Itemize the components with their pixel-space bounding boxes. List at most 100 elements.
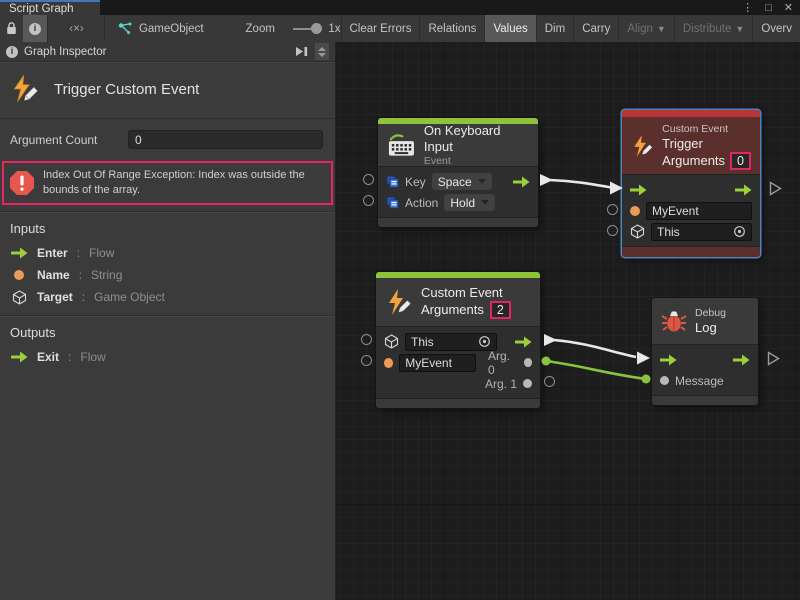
string-port[interactable] bbox=[630, 206, 640, 216]
distribute-dropdown-button[interactable]: Distribute▼ bbox=[674, 15, 753, 42]
action-input-port[interactable] bbox=[363, 195, 374, 206]
flow-arrow-icon bbox=[10, 351, 28, 363]
unit-header: Trigger Custom Event bbox=[0, 62, 335, 119]
script-graph-icon bbox=[118, 22, 132, 35]
flow-row bbox=[652, 349, 758, 370]
object-picker-icon[interactable] bbox=[733, 225, 746, 238]
event-name-input-port[interactable] bbox=[607, 204, 618, 215]
flow-output-port[interactable] bbox=[513, 176, 530, 188]
arguments-value-error[interactable]: 0 bbox=[730, 152, 751, 170]
gameobject-breadcrumb[interactable]: GameObject bbox=[110, 15, 212, 42]
target-row: This bbox=[622, 221, 760, 242]
code-preview-button[interactable]: ‹×› bbox=[61, 15, 91, 42]
error-octagon-icon bbox=[9, 170, 35, 196]
wire-customevent-to-debug[interactable] bbox=[544, 334, 650, 365]
port-row-enter: Enter : Flow bbox=[0, 242, 335, 264]
maximize-icon[interactable]: □ bbox=[765, 2, 772, 14]
event-name-input-port[interactable] bbox=[361, 355, 372, 366]
arg1-label: Arg. 1 bbox=[485, 377, 517, 391]
flow-output-port[interactable] bbox=[735, 184, 752, 196]
string-port[interactable] bbox=[384, 358, 393, 368]
node-custom-event[interactable]: Custom Event Arguments 2 This bbox=[376, 272, 540, 408]
node-body: Key Space Action bbox=[378, 166, 538, 217]
graph-canvas[interactable]: On Keyboard Input Event Key Space bbox=[336, 42, 800, 600]
spinner-up-icon bbox=[318, 47, 326, 51]
inspector-title: Graph Inspector bbox=[24, 46, 288, 58]
dim-button[interactable]: Dim bbox=[536, 15, 573, 42]
argument-count-input[interactable] bbox=[128, 130, 323, 149]
error-message-box: Index Out Of Range Exception: Index was … bbox=[2, 161, 333, 205]
event-name-input[interactable] bbox=[652, 204, 746, 218]
tab-label: Script Graph bbox=[9, 3, 74, 15]
flow-input-port[interactable] bbox=[660, 354, 677, 366]
target-input-port[interactable] bbox=[607, 225, 618, 236]
action-row: Action Hold bbox=[378, 192, 538, 213]
arg1-unconnected-port[interactable] bbox=[544, 376, 555, 387]
arg1-output-port[interactable] bbox=[523, 379, 532, 388]
inspector-toggle-button[interactable]: i bbox=[23, 15, 47, 42]
port-row-exit: Exit : Flow bbox=[0, 346, 335, 368]
node-title: Log bbox=[695, 320, 726, 336]
arg0-output-port[interactable] bbox=[524, 358, 532, 367]
target-field[interactable]: This bbox=[651, 223, 752, 241]
message-input-port[interactable] bbox=[660, 376, 669, 385]
node-subtitle: Event bbox=[424, 155, 529, 168]
carry-button[interactable]: Carry bbox=[573, 15, 618, 42]
inspector-titlebar: i Graph Inspector bbox=[0, 42, 335, 62]
action-label: Action bbox=[405, 196, 438, 210]
flow-input-port[interactable] bbox=[630, 184, 647, 196]
wire-arg0-to-message[interactable] bbox=[542, 357, 651, 384]
align-dropdown-button[interactable]: Align▼ bbox=[618, 15, 674, 42]
event-name-row bbox=[622, 200, 760, 221]
node-footer bbox=[652, 395, 758, 405]
key-label: Key bbox=[405, 175, 426, 189]
arg0-label: Arg. 0 bbox=[488, 349, 518, 377]
chevron-down-icon: ▼ bbox=[657, 24, 666, 34]
unconnected-flow-triangle[interactable] bbox=[767, 351, 780, 366]
action-dropdown[interactable]: Hold bbox=[444, 194, 495, 211]
flow-output-port[interactable] bbox=[733, 354, 750, 366]
custom-event-icon bbox=[385, 288, 413, 316]
clear-errors-button[interactable]: Clear Errors bbox=[341, 15, 420, 42]
code-icon: ‹×› bbox=[69, 23, 83, 35]
error-text: Index Out Of Range Exception: Index was … bbox=[43, 168, 323, 198]
node-title: On Keyboard Input bbox=[424, 123, 529, 155]
node-header: Custom Event Trigger Arguments 0 bbox=[622, 117, 760, 174]
lock-icon bbox=[6, 22, 17, 35]
object-picker-icon[interactable] bbox=[478, 335, 491, 348]
node-footer bbox=[378, 217, 538, 227]
wire-keyboard-to-trigger[interactable] bbox=[540, 174, 623, 195]
zoom-slider[interactable] bbox=[293, 28, 320, 30]
unit-title: Trigger Custom Event bbox=[54, 81, 199, 98]
info-icon: i bbox=[6, 46, 18, 58]
tab-script-graph[interactable]: Script Graph bbox=[0, 0, 100, 15]
target-field[interactable]: This bbox=[405, 333, 497, 351]
dock-sidebar-icon[interactable] bbox=[294, 46, 309, 57]
node-header: Custom Event Arguments 2 bbox=[376, 278, 540, 326]
node-category: Custom Event bbox=[662, 122, 751, 136]
flow-output-port[interactable] bbox=[515, 336, 532, 348]
values-button[interactable]: Values bbox=[484, 15, 535, 42]
error-strip bbox=[622, 110, 760, 117]
arguments-line: Arguments 0 bbox=[662, 152, 751, 170]
window-controls: ⋮ □ ✕ bbox=[742, 0, 800, 15]
close-icon[interactable]: ✕ bbox=[784, 1, 793, 14]
target-input-port[interactable] bbox=[361, 334, 372, 345]
lock-button[interactable] bbox=[0, 15, 23, 42]
key-input-port[interactable] bbox=[363, 174, 374, 185]
event-name-input[interactable] bbox=[405, 356, 470, 370]
overview-button[interactable]: Overv bbox=[752, 15, 800, 42]
panel-spinner[interactable] bbox=[315, 43, 329, 60]
arguments-value-error[interactable]: 2 bbox=[490, 301, 511, 319]
menu-icon[interactable]: ⋮ bbox=[742, 1, 753, 14]
key-dropdown[interactable]: Space bbox=[432, 173, 492, 190]
event-name-field[interactable] bbox=[646, 202, 752, 220]
node-trigger-custom-event[interactable]: Custom Event Trigger Arguments 0 bbox=[622, 110, 760, 257]
unconnected-flow-triangle[interactable] bbox=[769, 181, 782, 196]
zoom-slider-handle[interactable] bbox=[311, 23, 322, 34]
relations-button[interactable]: Relations bbox=[419, 15, 484, 42]
event-name-field[interactable] bbox=[399, 354, 476, 372]
node-debug-log[interactable]: Debug Log Message bbox=[652, 298, 758, 405]
node-on-keyboard-input[interactable]: On Keyboard Input Event Key Space bbox=[378, 118, 538, 227]
node-body: This Arg. 0 bbox=[376, 326, 540, 398]
